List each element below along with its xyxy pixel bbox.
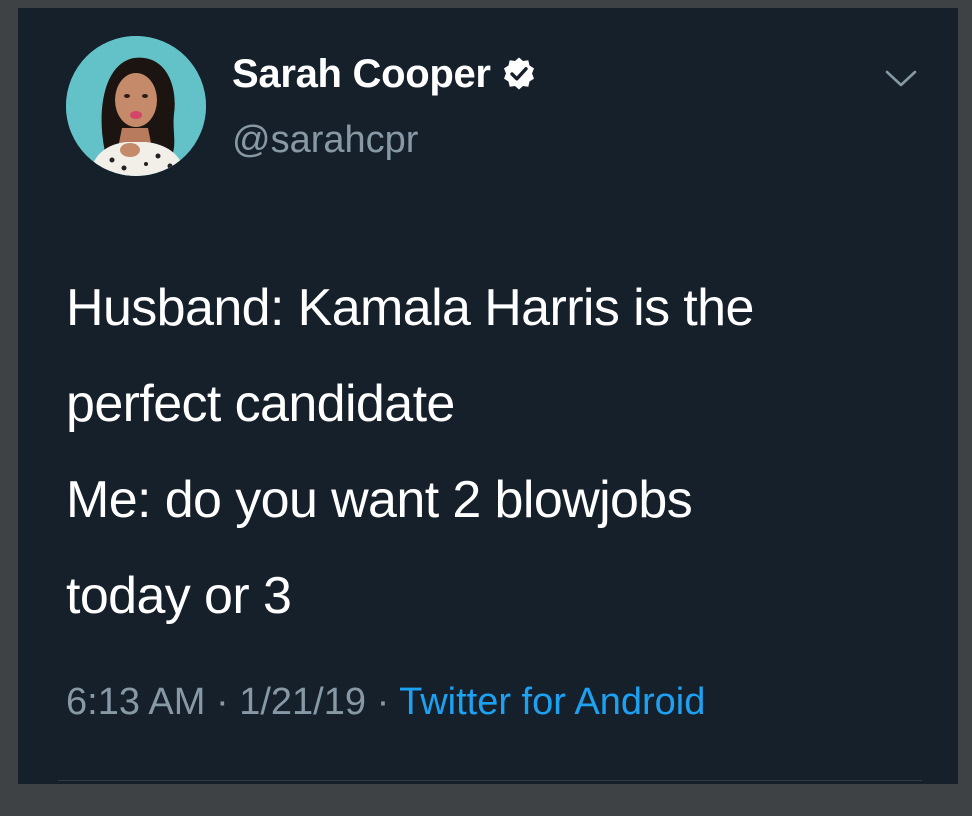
chevron-down-icon[interactable] [884, 68, 918, 90]
tweet-card: Sarah Cooper @sarahcpr Husband: Kamala H… [18, 8, 958, 784]
author-name-row[interactable]: Sarah Cooper [232, 52, 537, 96]
avatar-image [66, 36, 206, 176]
tweet-text-line: Husband: Kamala Harris is the [66, 279, 754, 337]
tweet-text-line: perfect candidate [66, 375, 455, 433]
avatar[interactable] [66, 36, 206, 176]
tweet-date[interactable]: 1/21/19 [239, 681, 366, 723]
author-name[interactable]: Sarah Cooper [232, 52, 491, 96]
divider [58, 780, 922, 781]
verified-badge-icon [501, 56, 537, 92]
tweet-text: Husband: Kamala Harris is the perfect ca… [66, 260, 936, 644]
tweet-text-line: Me: do you want 2 blowjobs [66, 471, 693, 529]
tweet-time[interactable]: 6:13 AM [66, 681, 205, 723]
author-handle[interactable]: @sarahcpr [232, 118, 418, 162]
meta-separator: · [215, 681, 229, 723]
meta-separator: · [376, 681, 390, 723]
tweet-metadata: 6:13 AM · 1/21/19 · Twitter for Android [66, 678, 705, 726]
tweet-text-line: today or 3 [66, 567, 292, 625]
tweet-source-link[interactable]: Twitter for Android [399, 681, 705, 723]
